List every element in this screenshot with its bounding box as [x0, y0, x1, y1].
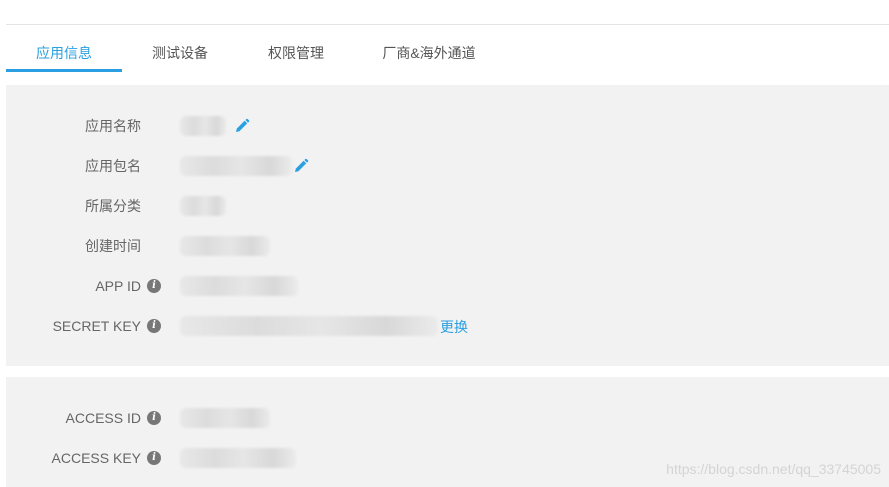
secret-key-info-icon[interactable]: i — [147, 319, 161, 333]
app-id-label-group: APP ID i — [95, 275, 161, 297]
access-id-value — [180, 408, 270, 428]
access-key-label-group: ACCESS KEY i — [52, 447, 161, 469]
secret-key-value — [180, 316, 438, 336]
app-name-label: 应用名称 — [85, 118, 141, 134]
tab-bar: 应用信息 测试设备 权限管理 厂商&海外通道 — [6, 38, 504, 72]
access-id-label: ACCESS ID — [65, 410, 141, 426]
edit-app-name-pencil-icon[interactable] — [234, 118, 250, 134]
access-key-value — [180, 448, 296, 468]
tab-vendor-overseas[interactable]: 厂商&海外通道 — [354, 38, 504, 72]
access-id-label-group: ACCESS ID i — [66, 407, 161, 429]
created-time-label: 创建时间 — [85, 238, 141, 254]
replace-secret-key-link[interactable]: 更换 — [440, 317, 468, 337]
package-name-label: 应用包名 — [85, 158, 141, 174]
app-id-info-icon[interactable]: i — [147, 279, 161, 293]
category-value — [180, 196, 226, 216]
app-id-value — [180, 276, 298, 296]
app-name-row: 应用名称 — [6, 115, 889, 137]
tab-test-devices[interactable]: 测试设备 — [122, 38, 238, 72]
app-name-value — [180, 116, 226, 136]
created-time-value — [180, 236, 270, 256]
app-info-panel: 应用名称 应用包名 所属分类 创建时间 APP ID i SECRET KEY … — [6, 85, 889, 366]
access-id-info-icon[interactable]: i — [147, 411, 161, 425]
app-id-row: APP ID i — [6, 275, 889, 297]
tab-permissions[interactable]: 权限管理 — [238, 38, 354, 72]
access-id-row: ACCESS ID i — [6, 407, 889, 429]
access-key-info-icon[interactable]: i — [147, 451, 161, 465]
app-id-label: APP ID — [95, 278, 141, 294]
secret-key-label: SECRET KEY — [52, 318, 141, 334]
secret-key-row: SECRET KEY i 更换 — [6, 315, 889, 337]
access-key-label: ACCESS KEY — [51, 450, 141, 466]
package-name-value — [180, 156, 292, 176]
package-name-row: 应用包名 — [6, 155, 889, 177]
secret-key-label-group: SECRET KEY i — [53, 315, 161, 337]
watermark-text: https://blog.csdn.net/qq_33745005 — [666, 461, 881, 477]
edit-package-name-pencil-icon[interactable] — [293, 158, 309, 174]
created-time-row: 创建时间 — [6, 235, 889, 257]
category-label: 所属分类 — [85, 198, 141, 214]
top-divider — [6, 24, 889, 25]
tab-app-info[interactable]: 应用信息 — [6, 38, 122, 72]
category-row: 所属分类 — [6, 195, 889, 217]
